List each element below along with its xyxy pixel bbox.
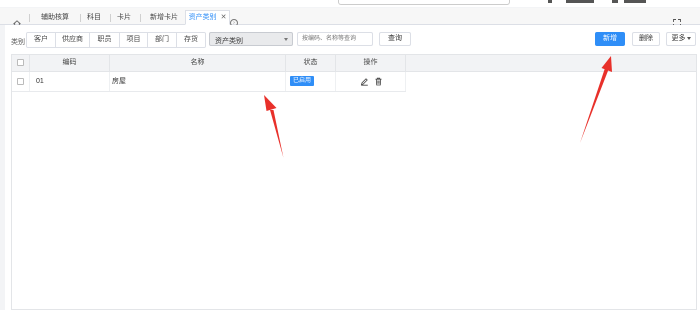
status-badge[interactable]: 已启用: [290, 76, 314, 86]
tab-bar: 辅助核算 科目 卡片 新增卡片 资产类别 ✕ ›: [0, 8, 700, 28]
more-button[interactable]: 更多: [666, 32, 696, 46]
query-button[interactable]: 查询: [379, 32, 411, 46]
delete-button[interactable]: 删除: [632, 32, 660, 46]
chevron-down-icon: [686, 36, 691, 40]
column-header-actions: 操作: [336, 55, 406, 71]
cell-actions: [336, 72, 406, 91]
data-table: 编码 名称 状态 操作 01 房屋 已启用: [11, 54, 697, 310]
tab-separator: [29, 14, 30, 22]
top-strip: [0, 0, 700, 7]
category-supplier-button[interactable]: 供应商: [56, 33, 90, 47]
global-search-stub[interactable]: [338, 0, 510, 5]
category-select[interactable]: 资产类别: [209, 32, 293, 46]
category-department-button[interactable]: 部门: [148, 33, 177, 47]
category-label: 类别: [11, 39, 25, 46]
header-fragment: [548, 0, 552, 3]
trash-icon[interactable]: [374, 77, 383, 86]
category-inventory-button[interactable]: 存货: [177, 33, 205, 47]
cell-status: 已启用: [286, 72, 336, 91]
tab-separator: [110, 14, 111, 22]
column-header-code[interactable]: 编码: [30, 55, 110, 71]
tab-auxiliary-accounting[interactable]: 辅助核算: [34, 11, 76, 24]
more-button-label: 更多: [671, 35, 686, 42]
tab-new-card[interactable]: 新增卡片: [144, 11, 184, 24]
category-select-value: 资产类别: [215, 38, 243, 45]
table-row[interactable]: 01 房屋 已启用: [12, 72, 406, 92]
header-checkbox-cell: [12, 55, 30, 71]
row-checkbox[interactable]: [17, 78, 24, 85]
tab-separator: [80, 14, 81, 22]
category-staff-button[interactable]: 职员: [90, 33, 120, 47]
tab-separator: [140, 14, 141, 22]
cell-code: 01: [30, 72, 110, 91]
dropdown-arrow-icon: [284, 38, 288, 41]
new-button[interactable]: 新增: [595, 32, 625, 46]
header-fragment: [566, 0, 594, 3]
content-panel: 类别 客户 供应商 职员 项目 部门 存货 资产类别 查询 新增 删除 更多 编…: [5, 25, 700, 310]
header-fragment: [612, 0, 618, 3]
tab-asset-category[interactable]: 资产类别 ✕: [185, 10, 230, 25]
table-header: 编码 名称 状态 操作: [12, 55, 696, 72]
search-input[interactable]: [297, 32, 373, 46]
category-customer-button[interactable]: 客户: [27, 33, 56, 47]
edit-icon[interactable]: [360, 77, 369, 86]
select-all-checkbox[interactable]: [17, 59, 24, 66]
header-fragment: [624, 0, 646, 3]
row-checkbox-cell: [12, 72, 30, 91]
category-button-group: 客户 供应商 职员 项目 部门 存货: [26, 32, 206, 48]
tab-subjects[interactable]: 科目: [84, 11, 104, 24]
column-header-status[interactable]: 状态: [286, 55, 336, 71]
tab-asset-category-label: 资产类别: [188, 14, 217, 21]
column-header-name[interactable]: 名称: [110, 55, 286, 71]
tab-cards[interactable]: 卡片: [114, 11, 134, 24]
cell-name: 房屋: [110, 72, 286, 91]
close-icon[interactable]: ✕: [221, 11, 227, 24]
category-project-button[interactable]: 项目: [120, 33, 148, 47]
